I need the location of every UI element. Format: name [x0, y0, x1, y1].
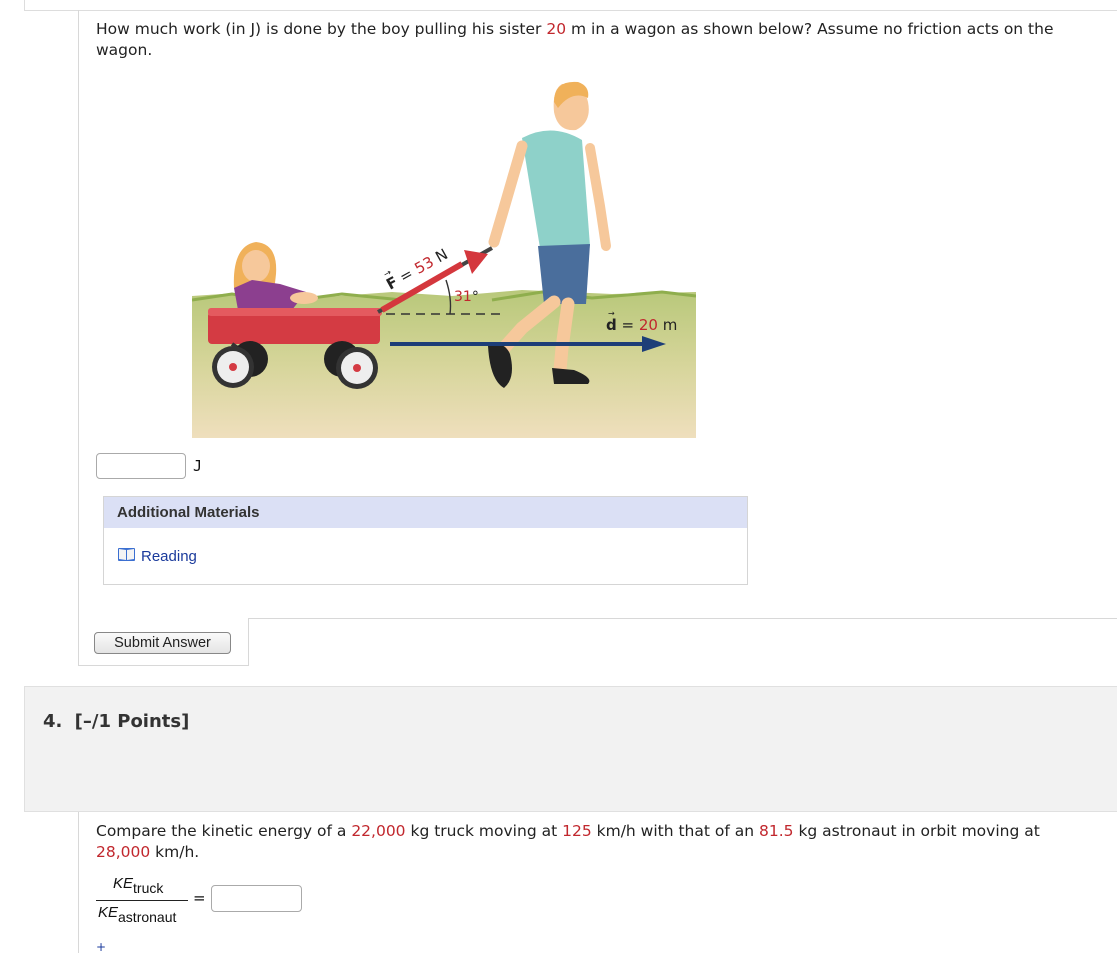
- wagon-figure: F = 53 N → 31° d = 20 m →: [191, 78, 697, 438]
- wagon-illustration: F = 53 N → 31° d = 20 m →: [191, 81, 697, 438]
- svg-text:F = 53 N: F = 53 N: [383, 245, 451, 293]
- fraction-denominator: KEastronaut: [98, 904, 176, 925]
- truck-speed-value: 125: [562, 822, 592, 840]
- question-number: 4.: [43, 711, 63, 732]
- displacement-label: d = 20 m: [606, 316, 677, 334]
- question-3-prompt: How much work (in J) is done by the boy …: [96, 19, 1086, 61]
- denominator-subscript: astronaut: [118, 909, 177, 925]
- equals-sign: =: [193, 889, 206, 907]
- question-4-title: 4. [–/1 Points]: [43, 711, 189, 732]
- displacement-value: 20: [639, 316, 658, 334]
- astronaut-speed-value: 28,000: [96, 843, 151, 861]
- prompt-part: km/h with that of an: [591, 822, 759, 840]
- prompt-part: kg truck moving at: [405, 822, 563, 840]
- angle-label: 31°: [454, 289, 479, 305]
- prompt-text: How much work (in J) is done by the boy …: [96, 20, 547, 38]
- question-points: [–/1 Points]: [74, 711, 190, 732]
- truck-mass-value: 22,000: [351, 822, 406, 840]
- submit-area: Submit Answer: [78, 618, 249, 666]
- angle-unit: °: [472, 289, 479, 305]
- additional-materials-panel: Additional Materials Reading: [103, 496, 748, 585]
- additional-materials-heading: Additional Materials: [104, 497, 747, 528]
- ke-ratio-answer-input[interactable]: [211, 885, 302, 912]
- prompt-part: km/h.: [150, 843, 200, 861]
- expand-more-link[interactable]: +: [96, 940, 106, 954]
- angle-value: 31: [454, 289, 472, 305]
- ke-ratio-fraction: KEtruck KEastronaut: [96, 874, 190, 934]
- denominator-ke: KE: [98, 904, 119, 921]
- reading-link-label: Reading: [141, 547, 197, 565]
- force-label: F = 53 N →: [382, 245, 451, 293]
- astronaut-mass-value: 81.5: [759, 822, 794, 840]
- question-4-prompt: Compare the kinetic energy of a 22,000 k…: [96, 821, 1086, 863]
- book-icon: [117, 546, 136, 566]
- svg-text:→: →: [608, 309, 615, 318]
- answer-unit: J: [193, 457, 203, 475]
- numerator-subscript: truck: [133, 880, 164, 896]
- displacement-symbol: d: [606, 316, 617, 334]
- prompt-part: Compare the kinetic energy of a: [96, 822, 352, 840]
- reading-link[interactable]: Reading: [117, 546, 197, 566]
- displacement-eq: =: [617, 316, 639, 334]
- submit-answer-button[interactable]: Submit Answer: [94, 632, 231, 654]
- fraction-bar: [96, 900, 188, 901]
- numerator-ke: KE: [113, 875, 134, 892]
- displacement-unit: m: [658, 316, 677, 334]
- work-answer-input[interactable]: [96, 453, 186, 479]
- prompt-part: kg astronaut in orbit moving at: [793, 822, 1040, 840]
- fraction-numerator: KEtruck: [113, 875, 163, 896]
- girl: [233, 242, 318, 310]
- distance-value: 20: [546, 20, 567, 38]
- question-4-header: 4. [–/1 Points]: [24, 686, 1117, 812]
